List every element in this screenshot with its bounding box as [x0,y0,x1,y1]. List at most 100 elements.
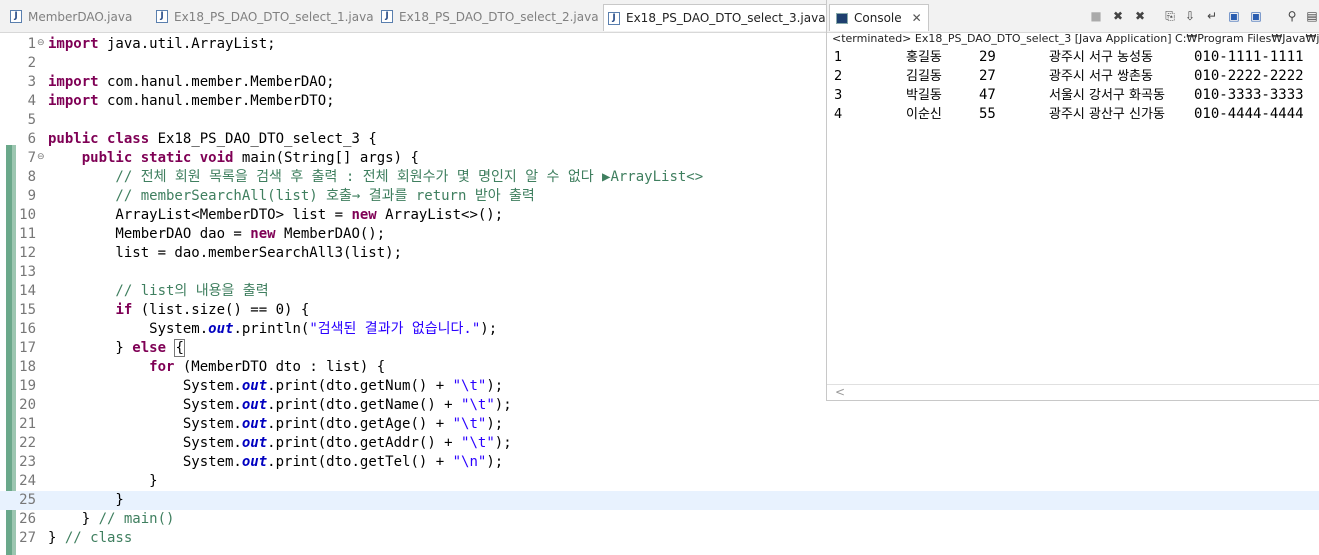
code-token: // memberSearchAll(list) 호출→ 결과를 return … [48,188,535,204]
line-number: 24 [19,473,36,489]
console-icon [836,12,848,24]
console-age: 47 [979,87,996,103]
code-token: } [48,473,158,489]
code-token: System. [48,321,209,337]
code-token: out [241,378,268,394]
code-token: out [208,321,234,337]
display-console-icon[interactable]: ▤ [1305,9,1319,23]
tab-memberdao[interactable]: J MemberDAO.java [10,4,132,29]
tab-console[interactable]: Console ✕ [829,4,929,31]
code-text: for (MemberDTO dto : list) { [48,358,385,377]
show-on-stdout-icon[interactable]: ▣ [1227,9,1241,23]
console-tab-label: Console [854,11,902,25]
console-addr: 광주시 서구 쌍촌동 [1049,69,1153,84]
code-token: "\t" [452,416,487,432]
console-addr: 광주시 서구 농성동 [1049,50,1153,65]
line-number: 1 [27,36,36,52]
console-header: Console ✕ ■ ✖ ✖ ⎘ ⇩ ↵ ▣ ▣ ⚲ ▤ [827,0,1319,33]
code-token: public [81,150,133,166]
code-text: System.out.println("검색된 결과가 없습니다."); [48,320,497,339]
console-output-row: 2 김길동 27 광주시 서구 쌍촌동 010-2222-2222 [834,67,1314,86]
code-token: list = dao.memberSearchAll3(list); [48,245,403,261]
code-token: void [199,150,234,166]
code-text: // memberSearchAll(list) 호출→ 결과를 return … [48,187,535,206]
console-tel: 010-4444-4444 [1194,106,1304,122]
console-tel: 010-2222-2222 [1194,68,1304,84]
console-name: 김길동 [906,69,942,84]
code-text: System.out.print(dto.getNum() + "\t"); [48,377,503,396]
pin-console-icon[interactable]: ⚲ [1285,9,1299,23]
fold-toggle-icon[interactable]: ⊖ [37,38,45,48]
code-token: .print(dto.getTel() + [267,454,453,470]
java-file-icon: J [10,10,22,23]
line-number: 5 [27,112,36,128]
close-icon[interactable]: ✕ [912,11,922,25]
console-tel: 010-3333-3333 [1194,87,1304,103]
line-number: 13 [19,264,36,280]
horizontal-scrollbar[interactable]: < [827,384,1319,400]
code-line[interactable]: 27 } // class [0,529,1319,548]
code-token: Ex18_PS_DAO_DTO_select_3 { [149,131,377,147]
console-addr: 광주시 광산구 신가동 [1049,107,1165,122]
code-token: (MemberDTO dto : list) { [174,359,386,375]
code-token: import [48,93,99,109]
code-line[interactable]: 22 System.out.print(dto.getAddr() + "\t"… [0,434,1319,453]
code-text: } else { [48,339,185,358]
code-token: System. [48,435,242,451]
console-age: 55 [979,106,996,122]
code-token: (list.size() == 0) { [132,302,310,318]
tab-select-1[interactable]: J Ex18_PS_DAO_DTO_select_1.java [156,4,374,29]
word-wrap-icon[interactable]: ↵ [1205,9,1219,23]
code-token: ); [486,378,504,394]
code-line[interactable]: 23 System.out.print(dto.getTel() + "\n")… [0,453,1319,472]
code-token: ArrayList<>(); [376,207,504,223]
code-token: ); [480,321,498,337]
code-editor[interactable]: 1 ⊖ import java.util.ArrayList; 2 3 import co… [0,33,1319,555]
code-token: MemberDAO(); [275,226,386,242]
code-token: ); [494,397,512,413]
console-name: 홍길동 [906,50,942,65]
remove-launch-icon[interactable]: ✖ [1111,9,1125,23]
line-number: 26 [19,511,36,527]
code-token: java.util.ArrayList; [98,36,276,52]
code-line[interactable]: 25 } [0,491,1319,510]
code-token: } [48,530,65,546]
fold-toggle-icon[interactable]: ⊖ [37,152,45,162]
code-token: .print(dto.getAddr() + [267,435,462,451]
code-line[interactable]: 26 } // main() [0,510,1319,529]
tab-select-2[interactable]: J Ex18_PS_DAO_DTO_select_2.java [381,4,599,29]
code-text: } // class [48,529,132,548]
show-on-stderr-icon[interactable]: ▣ [1249,9,1263,23]
terminate-icon[interactable]: ■ [1089,9,1103,23]
clear-console-icon[interactable]: ⎘ [1163,9,1177,23]
line-number: 3 [27,74,36,90]
tab-select-3[interactable]: J Ex18_PS_DAO_DTO_select_3.java ✕ [603,4,849,31]
code-token: "\n" [452,454,487,470]
code-token: class [107,131,150,147]
line-number: 17 [19,340,36,356]
code-token: out [241,454,268,470]
code-line[interactable]: 21 System.out.print(dto.getAge() + "\t")… [0,415,1319,434]
line-number: 25 [19,492,36,508]
code-token: System. [48,378,242,394]
code-text: import com.hanul.member.MemberDAO; [48,73,335,92]
scroll-left-icon[interactable]: < [835,385,845,399]
remove-all-terminated-icon[interactable]: ✖ [1133,9,1147,23]
code-text: public static void main(String[] args) { [48,149,419,168]
code-line[interactable]: 24 } [0,472,1319,491]
line-number: 9 [27,188,36,204]
line-number: 12 [19,245,36,261]
code-token: import [48,36,99,52]
code-token: new [351,207,377,223]
scroll-lock-icon[interactable]: ⇩ [1183,9,1197,23]
code-text: // 전체 회원 목록을 검색 후 출력 : 전체 회원수가 몇 명인지 알 수… [48,168,703,187]
code-token: MemberDAO dao = [48,226,251,242]
code-text: } [48,491,123,510]
code-text: System.out.print(dto.getAge() + "\t"); [48,415,503,434]
code-token: else [132,340,167,356]
code-text: } [48,472,158,491]
tab-label: MemberDAO.java [28,9,133,24]
line-number: 27 [19,530,36,546]
